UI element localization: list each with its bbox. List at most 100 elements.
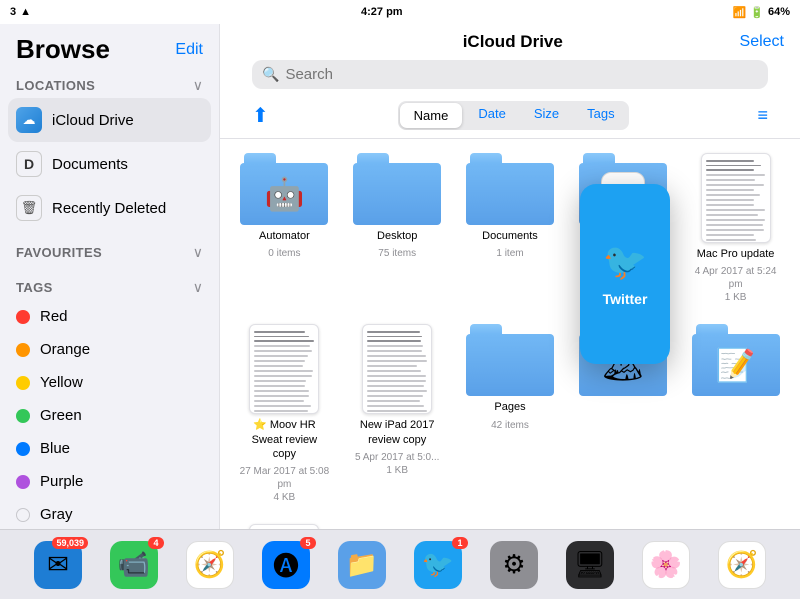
sidebar-header: Browse Edit [0,24,219,71]
filter-tab-date[interactable]: Date [464,101,519,130]
dock: ✉ 59,039 📹 4 🧭 🅐 5 📁 🐦 1 ⚙ 🖥 [0,529,800,599]
tag-dot [16,475,30,489]
doc-item-mac-pro[interactable]: Mac Pro update 4 Apr 2017 at 5:24 pm1 KB [683,149,788,308]
folder-item-automator[interactable]: 🤖 Automator 0 items [232,149,337,308]
locations-section-header: Locations ∨ [0,71,219,98]
content-wrapper: iCloud Drive Select 🔍 ⬆ NameDateSizeTags… [220,24,800,529]
tags-label: Tags [16,280,53,295]
sidebar-item-recently-deleted[interactable]: 🗑 Recently Deleted [0,186,219,230]
tag-item-purple[interactable]: Purple [0,465,219,498]
search-bar[interactable]: 🔍 [252,60,768,89]
tag-label: Green [40,407,82,424]
tag-item-green[interactable]: Green [0,399,219,432]
dock-item-facetime[interactable]: 📹 4 [110,541,158,589]
folder-name: Documents [482,229,538,243]
battery-percent: 64% [768,6,790,18]
doc-meta: 5 Apr 2017 at 5:0...1 KB [355,451,440,477]
dock-icon-safari: 🧭 [186,541,234,589]
time-display: 4:27 pm [361,6,403,18]
status-right: 📶 🔋 64% [733,6,790,19]
tag-label: Gray [40,506,73,523]
filter-tabs: NameDateSizeTags [398,101,629,130]
main-layout: Browse Edit Locations ∨ ☁ iCloud Drive D… [0,24,800,529]
folder-icon [353,153,441,225]
locations-label: Locations [16,78,95,93]
dock-item-safari2[interactable]: 🧭 [718,541,766,589]
content-header: iCloud Drive Select 🔍 ⬆ NameDateSizeTags… [220,24,800,139]
battery-icon: 🔋 [750,6,764,19]
favourites-chevron-icon[interactable]: ∨ [193,244,203,261]
deleted-icon: 🗑 [16,195,42,221]
folder-item-documents[interactable]: Documents 1 item [458,149,563,308]
filter-tab-tags[interactable]: Tags [573,101,628,130]
files-grid: 🤖 Automator 0 items Desktop 75 items Doc… [220,139,800,529]
tags-chevron-icon[interactable]: ∨ [193,279,203,296]
dock-item-safari[interactable]: 🧭 [186,541,234,589]
tag-label: Red [40,308,68,325]
tag-dot [16,376,30,390]
sidebar-item-icloud[interactable]: ☁ iCloud Drive [8,98,211,142]
tag-item-yellow[interactable]: Yellow [0,366,219,399]
dock-item-files[interactable]: 📁 [338,541,386,589]
search-input[interactable] [285,66,758,83]
dock-item-appstore[interactable]: 🅐 5 [262,541,310,589]
upload-icon[interactable]: ⬆ [252,103,269,128]
tag-item-red[interactable]: Red [0,300,219,333]
list-view-icon[interactable]: ≡ [757,105,768,126]
status-bar: 3 ▲ 4:27 pm 📶 🔋 64% [0,0,800,24]
folder-item-pages[interactable]: Pages 42 items [458,320,563,508]
status-left: 3 ▲ [10,6,31,18]
twitter-overlay-label: Twitter [603,291,648,307]
badge-twitter: 1 [452,537,468,549]
wifi-icon: ▲ [20,6,31,18]
folder-meta: 75 items [378,247,416,260]
twitter-overlay[interactable]: 🐦 Twitter [580,184,670,364]
folder-item-scripts-folder[interactable]: 📝 [683,320,788,508]
folder-item-desktop[interactable]: Desktop 75 items [345,149,450,308]
locations-chevron-icon[interactable]: ∨ [193,77,203,94]
tag-dot [16,442,30,456]
doc-item-moov-hr[interactable]: ⭐ Moov HR Sweat review copy 27 Mar 2017 … [232,320,337,508]
doc-item-doc-3[interactable]: 1 Apr 20174:05 pm [232,520,337,529]
badge-facetime: 4 [148,537,164,549]
tag-label: Yellow [40,374,83,391]
search-icon: 🔍 [262,66,279,83]
badge-appstore: 5 [300,537,316,549]
documents-label: Documents [52,156,128,173]
badge-mail: 59,039 [52,537,88,549]
filter-tab-size[interactable]: Size [520,101,573,130]
edit-button[interactable]: Edit [175,41,203,59]
content-title-row: iCloud Drive Select [236,24,784,56]
dock-item-screens[interactable]: 🖥 [566,541,614,589]
tag-item-blue[interactable]: Blue [0,432,219,465]
deleted-label: Recently Deleted [52,200,166,217]
icloud-label: iCloud Drive [52,112,134,129]
folder-icon: 📝 [692,324,780,396]
dock-item-twitter[interactable]: 🐦 1 [414,541,462,589]
doc-name: Mac Pro update [697,247,775,261]
doc-name: ⭐ Moov HR Sweat review copy [239,418,329,461]
folder-icon [466,324,554,396]
folder-meta: 42 items [491,419,529,432]
doc-meta: 27 Mar 2017 at 5:08 pm4 KB [236,465,333,504]
select-button[interactable]: Select [740,33,784,51]
dock-icon-safari2: 🧭 [718,541,766,589]
wifi-signal-icon: 📶 [733,6,747,19]
dock-item-settings[interactable]: ⚙ [490,541,538,589]
favourites-section-header: Favourites ∨ [0,238,219,265]
doc-item-ipad-review[interactable]: New iPad 2017 review copy 5 Apr 2017 at … [345,320,450,508]
dock-item-mail[interactable]: ✉ 59,039 [34,541,82,589]
sidebar: Browse Edit Locations ∨ ☁ iCloud Drive D… [0,24,220,529]
tags-section-header: Tags ∨ [0,273,219,300]
doc-thumbnail [249,524,319,529]
dock-item-photos[interactable]: 🌸 [642,541,690,589]
folder-icon [466,153,554,225]
sidebar-item-documents[interactable]: D Documents [0,142,219,186]
documents-icon: D [16,151,42,177]
tag-dot [16,310,30,324]
toolbar-row: ⬆ NameDateSizeTags ≡ [236,97,784,138]
tag-item-gray[interactable]: Gray [0,498,219,529]
folder-name: Pages [494,400,525,414]
tag-item-orange[interactable]: Orange [0,333,219,366]
filter-tab-name[interactable]: Name [400,103,463,128]
